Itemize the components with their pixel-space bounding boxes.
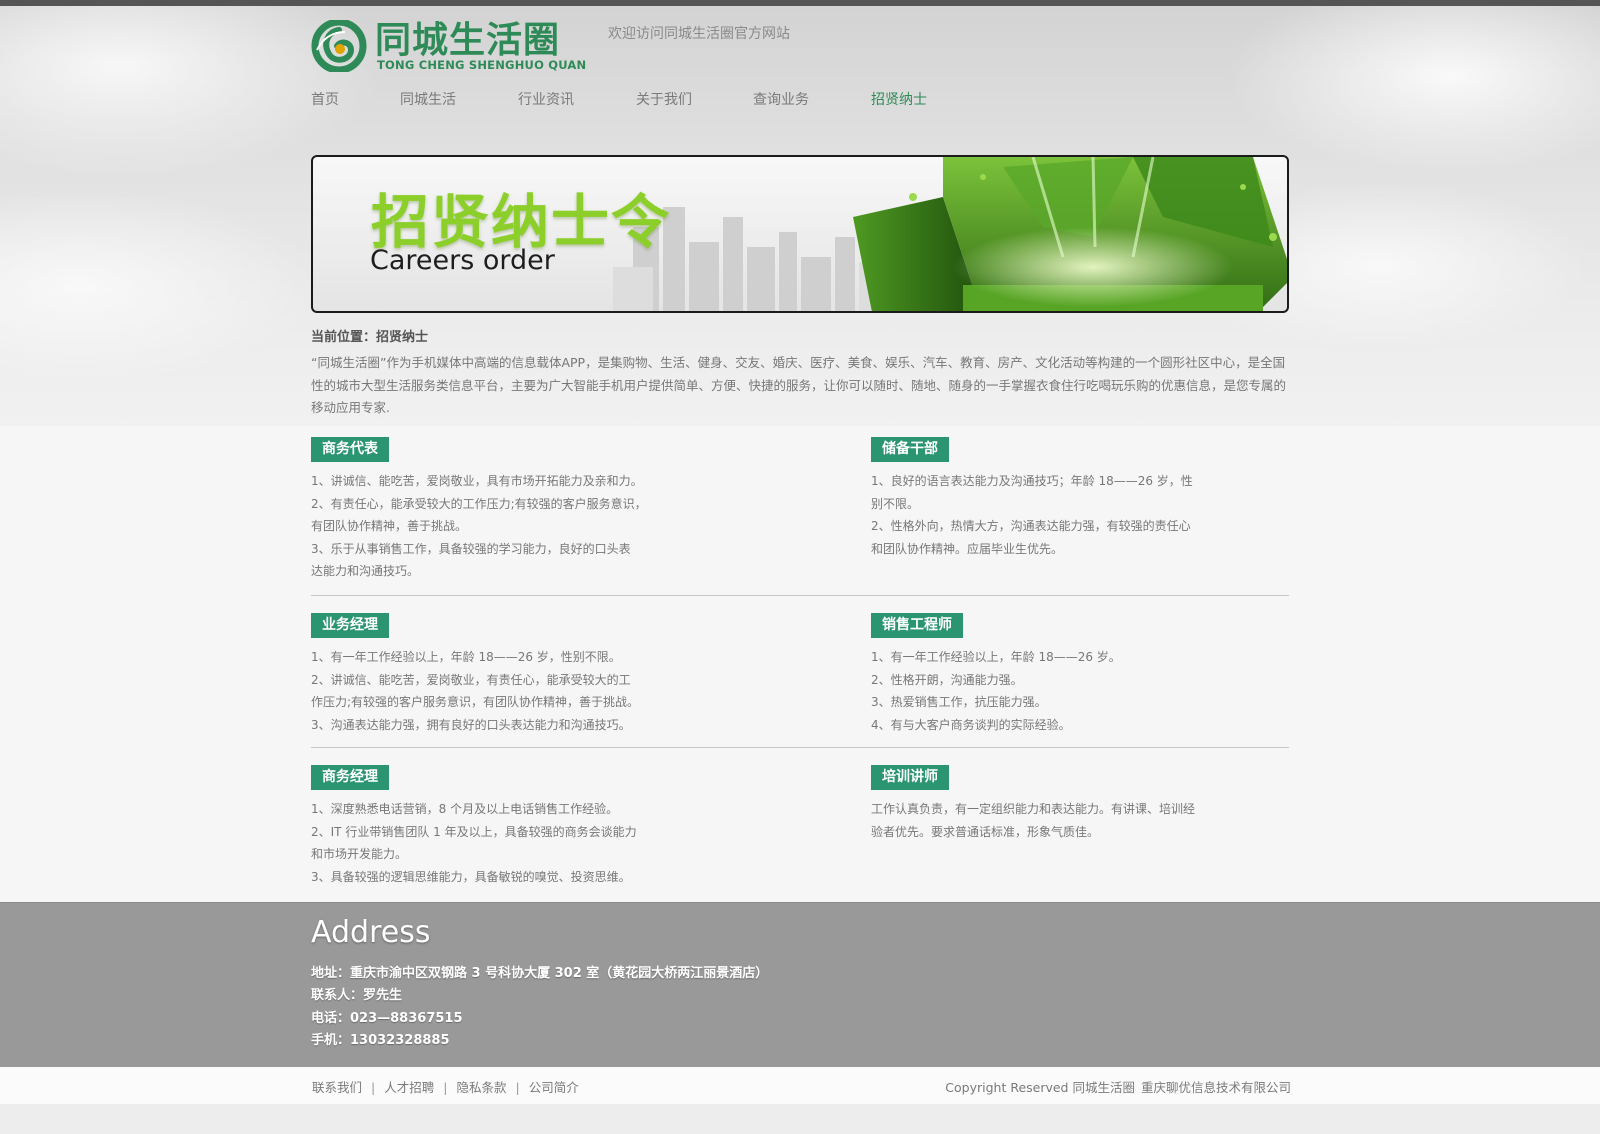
separator: | (443, 1080, 448, 1095)
job-card-business-rep: 商务代表 1、讲诚信、能吃苦，爱岗敬业，具有市场开拓能力及亲和力。 2、有责任心… (311, 437, 671, 583)
address-section: Address 地址：重庆市渝中区双钢路 3 号科协大厦 302 室（黄花园大桥… (0, 902, 1600, 1069)
job-line: 验者优先。要求普通话标准，形象气质佳。 (871, 824, 1100, 839)
job-line: 别不限。 (871, 496, 920, 511)
footer-link-contact[interactable]: 联系我们 (312, 1080, 362, 1095)
section-divider (311, 747, 1289, 748)
address-line: 地址：重庆市渝中区双钢路 3 号科协大厦 302 室（黄花园大桥两江丽景酒店） (311, 966, 769, 981)
job-card-business-manager: 业务经理 1、有一年工作经验以上，年龄 18——26 岁，性别不限。 2、讲诚信… (311, 613, 671, 736)
job-line: 2、性格开朗，沟通能力强。 (871, 672, 1023, 687)
job-line: 和团队协作精神。应届毕业生优先。 (871, 541, 1064, 556)
job-line: 3、沟通表达能力强，拥有良好的口头表达能力和沟通技巧。 (311, 717, 631, 732)
footer-links: 联系我们 | 人才招聘 | 隐私条款 | 公司简介 (312, 1077, 579, 1096)
job-line: 1、有一年工作经验以上，年龄 18——26 岁。 (871, 650, 1121, 664)
job-line: 2、讲诚信、能吃苦，爱岗敬业，有责任心，能承受较大的工 (311, 672, 631, 687)
grass-sculpture-graphic (853, 157, 1287, 311)
separator: | (515, 1080, 520, 1095)
copyright: Copyright Reserved 同城生活圈 重庆聊优信息技术有限公司 (939, 1077, 1291, 1096)
job-line: 3、热爱销售工作，抗压能力强。 (871, 695, 1047, 710)
job-card-reserve-cadre: 储备干部 1、良好的语言表达能力及沟通技巧；年龄 18——26 岁，性 别不限。… (871, 437, 1231, 560)
job-line: 1、良好的语言表达能力及沟通技巧；年龄 18——26 岁，性 (871, 474, 1193, 488)
job-line: 2、性格外向，热情大方，沟通表达能力强，有较强的责任心 (871, 519, 1191, 534)
job-card-trainer: 培训讲师 工作认真负责，有一定组织能力和表达能力。有讲课、培训经 验者优先。要求… (871, 765, 1231, 843)
footer: 联系我们 | 人才招聘 | 隐私条款 | 公司简介 Copyright Reserved 同… (0, 1067, 1600, 1104)
job-title: 储备干部 (871, 437, 949, 462)
content-background (0, 426, 1600, 902)
careers-banner: 招贤纳士令 Careers order (311, 155, 1289, 313)
job-line: 达能力和沟通技巧。 (311, 564, 420, 579)
job-line: 工作认真负责，有一定组织能力和表达能力。有讲课、培训经 (871, 802, 1196, 816)
job-line: 4、有与大客户商务谈判的实际经验。 (871, 717, 1071, 732)
job-title: 培训讲师 (871, 765, 949, 790)
job-card-commerce-manager: 商务经理 1、深度熟悉电话营销，8 个月及以上电话销售工作经验。 2、IT 行业… (311, 765, 671, 888)
logo-text-cn: 同城生活圈 (375, 20, 561, 61)
job-title: 销售工程师 (871, 613, 963, 638)
job-line: 1、深度熟悉电话营销，8 个月及以上电话销售工作经验。 (311, 802, 619, 816)
phone-number: 电话：023—88367515 (311, 1011, 463, 1026)
bottom-strip (0, 1104, 1600, 1134)
nav-item-query-business[interactable]: 查询业务 (753, 89, 809, 109)
footer-link-privacy[interactable]: 隐私条款 (456, 1080, 506, 1095)
job-line: 作压力;有较强的客户服务意识，有团队协作精神，善于挑战。 (311, 695, 640, 710)
footer-link-company-profile[interactable]: 公司简介 (529, 1080, 579, 1095)
footer-link-recruitment[interactable]: 人才招聘 (384, 1080, 434, 1095)
company-name: 重庆聊优信息技术有限公司 (1140, 1080, 1291, 1095)
job-line: 和市场开发能力。 (311, 847, 408, 862)
nav-item-about-us[interactable]: 关于我们 (636, 89, 692, 109)
separator: | (371, 1080, 376, 1095)
breadcrumb: 当前位置：招贤纳士 (311, 330, 429, 345)
nav-item-industry-news[interactable]: 行业资讯 (518, 89, 574, 109)
job-title: 业务经理 (311, 613, 389, 638)
job-card-sales-engineer: 销售工程师 1、有一年工作经验以上，年龄 18——26 岁。 2、性格开朗，沟通… (871, 613, 1231, 736)
job-line: 3、乐于从事销售工作，具备较强的学习能力，良好的口头表 (311, 541, 631, 556)
job-line: 3、具备较强的逻辑思维能力，具备敏锐的嗅觉、投资思维。 (311, 869, 631, 884)
nav-item-home[interactable]: 首页 (311, 89, 339, 109)
address-title: Address (311, 915, 431, 950)
section-divider (311, 595, 1289, 596)
welcome-text: 欢迎访问同城生活圈官方网站 (608, 26, 790, 42)
job-line: 1、有一年工作经验以上，年龄 18——26 岁，性别不限。 (311, 650, 621, 664)
job-title: 商务经理 (311, 765, 389, 790)
intro-paragraph: “同城生活圈”作为手机媒体中高端的信息载体APP，是集购物、生活、健身、交友、婚… (311, 355, 1287, 415)
banner-title-en: Careers order (370, 245, 555, 276)
job-title: 商务代表 (311, 437, 389, 462)
logo-mark-icon (311, 20, 367, 72)
logo-text-en: TONG CHENG SHENGHUO QUAN (377, 58, 587, 72)
job-line: 1、讲诚信、能吃苦，爱岗敬业，具有市场开拓能力及亲和力。 (311, 474, 643, 488)
mobile-number: 手机：13032328885 (311, 1033, 450, 1048)
contact-person: 联系人：罗先生 (311, 988, 403, 1003)
job-line: 有团队协作精神，善于挑战。 (311, 519, 468, 534)
nav-item-local-life[interactable]: 同城生活 (400, 89, 456, 109)
job-line: 2、有责任心，能承受较大的工作压力;有较强的客户服务意识， (311, 496, 647, 511)
job-line: 2、IT 行业带销售团队 1 年及以上，具备较强的商务会谈能力 (311, 824, 637, 839)
copyright-text: Copyright Reserved 同城生活圈 (945, 1080, 1135, 1095)
site-logo[interactable]: 同城生活圈 TONG CHENG SHENGHUO QUAN (311, 20, 596, 72)
nav-item-careers[interactable]: 招贤纳士 (871, 89, 927, 109)
